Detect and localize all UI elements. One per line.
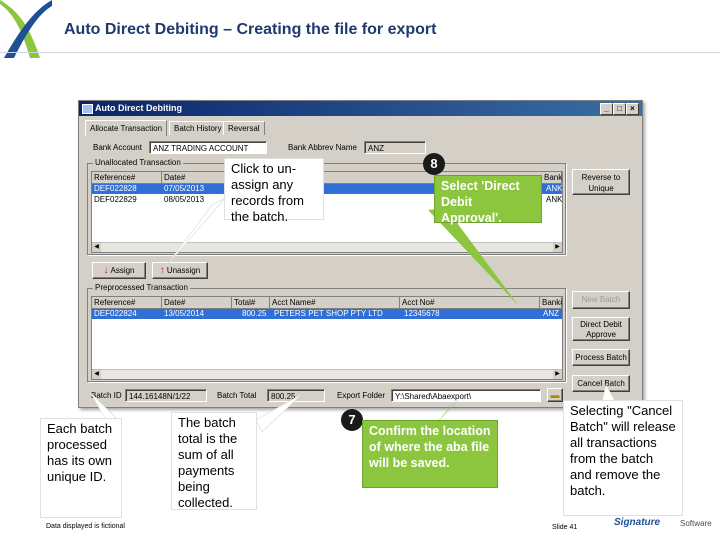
slide-number: Slide 41: [552, 524, 578, 531]
export-folder-field[interactable]: Y:\Shared\Abaexport\: [391, 389, 541, 402]
bank-account-label: Bank Account: [93, 143, 142, 152]
batch-total-callout: The batch total is the sum of all paymen…: [171, 412, 257, 510]
cell-date: 13/05/2014: [164, 309, 205, 318]
step-8-callout: Select 'Direct Debit Approval'.: [434, 175, 542, 225]
col-date[interactable]: Date#: [162, 297, 232, 308]
batch-id-field: 144.16148N/1/22: [125, 389, 207, 402]
cell-bank: ANK: [546, 184, 563, 193]
step-7-marker: 7: [341, 409, 363, 431]
col-acct-no[interactable]: Acct No#: [400, 297, 540, 308]
arrow-up-icon: ↑: [159, 265, 165, 276]
cell-reference: DEF022829: [94, 195, 137, 204]
batch-total-field: 800.25: [267, 389, 325, 402]
fictional-data-note: Data displayed is fictional: [46, 523, 125, 530]
col-reference[interactable]: Reference#: [92, 172, 162, 183]
preprocessed-transaction-group: Preprocessed Transaction Reference# Date…: [87, 283, 566, 382]
bank-abbrev-label: Bank Abbrev Name: [288, 143, 357, 152]
brand-logo-software: Software: [680, 519, 712, 528]
brand-logo-signature: Signature: [614, 517, 661, 528]
tab-allocate-transaction[interactable]: Allocate Transaction: [85, 120, 168, 136]
table-row[interactable]: DEF022824 13/05/2014 800.25 PETERS PET S…: [92, 309, 562, 319]
assign-label: Assign: [110, 266, 135, 275]
scroll-right-icon[interactable]: ▶: [553, 370, 562, 379]
preprocessed-grid[interactable]: Reference# Date# Total# Acct Name# Acct …: [91, 296, 563, 380]
batch-id-callout: Each batch processed has its own unique …: [40, 418, 122, 518]
scroll-right-icon[interactable]: ▶: [553, 243, 562, 252]
arrow-down-icon: ↓: [103, 265, 109, 276]
cell-reference: DEF022824: [94, 309, 137, 318]
col-reference[interactable]: Reference#: [92, 297, 162, 308]
cancel-batch-button[interactable]: Cancel Batch: [572, 375, 630, 392]
cell-bank: ANK: [546, 195, 563, 204]
cell-date: 08/05/2013: [164, 195, 205, 204]
bank-abbrev-field: ANZ: [364, 141, 426, 154]
signature-logo-icon: [0, 0, 52, 58]
preprocessed-group-title: Preprocessed Transaction: [93, 283, 190, 292]
col-bank[interactable]: Bank#: [542, 172, 562, 183]
tab-batch-history[interactable]: Batch History: [169, 121, 227, 135]
maximize-icon[interactable]: □: [613, 103, 626, 115]
window-title: Auto Direct Debiting: [95, 103, 182, 113]
cell-acct-no: 12345678: [404, 309, 440, 318]
close-icon[interactable]: ×: [626, 103, 639, 115]
browse-folder-icon[interactable]: ▬: [547, 388, 563, 402]
export-folder-label: Export Folder: [337, 391, 386, 400]
col-bank[interactable]: Bank#: [540, 297, 562, 308]
step-8-marker: 8: [423, 153, 445, 175]
title-divider: [0, 52, 720, 53]
direct-debit-approve-button[interactable]: Direct Debit Approve: [572, 317, 630, 341]
horizontal-scrollbar[interactable]: ◀ ▶: [92, 369, 562, 379]
unassign-button[interactable]: ↑ Unassign: [152, 262, 208, 279]
auto-direct-debiting-window: Auto Direct Debiting _ □ × Allocate Tran…: [78, 100, 643, 408]
tab-reversal[interactable]: Reversal: [223, 121, 265, 135]
scroll-left-icon[interactable]: ◀: [92, 243, 101, 252]
app-icon: [82, 104, 93, 114]
unassign-callout: Click to un-assign any records from the …: [224, 158, 324, 224]
col-date[interactable]: Date#: [162, 172, 232, 183]
unassign-label: Unassign: [166, 266, 201, 275]
horizontal-scrollbar[interactable]: ◀ ▶: [92, 242, 562, 252]
unallocated-group-title: Unallocated Transaction: [93, 158, 183, 167]
slide-title: Auto Direct Debiting – Creating the file…: [64, 21, 437, 38]
cell-bank: ANZ: [543, 309, 559, 318]
step-7-callout: Confirm the location of where the aba fi…: [362, 420, 498, 488]
window-titlebar[interactable]: Auto Direct Debiting _ □ ×: [79, 101, 642, 116]
col-acct-name[interactable]: Acct Name#: [270, 297, 400, 308]
assign-button[interactable]: ↓ Assign: [92, 262, 146, 279]
cell-date: 07/05/2013: [164, 184, 205, 193]
col-total[interactable]: Total#: [232, 297, 270, 308]
batch-total-label: Batch Total: [217, 391, 257, 400]
scroll-left-icon[interactable]: ◀: [92, 370, 101, 379]
process-batch-button[interactable]: Process Batch: [572, 349, 630, 366]
batch-id-label: Batch ID: [91, 391, 122, 400]
new-batch-button[interactable]: New Batch: [572, 291, 630, 309]
preprocessed-grid-header: Reference# Date# Total# Acct Name# Acct …: [92, 297, 562, 309]
bank-account-select[interactable]: ANZ TRADING ACCOUNT: [149, 141, 267, 154]
cell-acct-name: PETERS PET SHOP PTY LTD: [274, 309, 383, 318]
cell-total: 800.25: [242, 309, 267, 318]
cancel-batch-callout: Selecting "Cancel Batch" will release al…: [563, 400, 683, 516]
reverse-to-unique-button[interactable]: Reverse to Unique: [572, 169, 630, 195]
minimize-icon[interactable]: _: [600, 103, 613, 115]
cell-reference: DEF022828: [94, 184, 137, 193]
